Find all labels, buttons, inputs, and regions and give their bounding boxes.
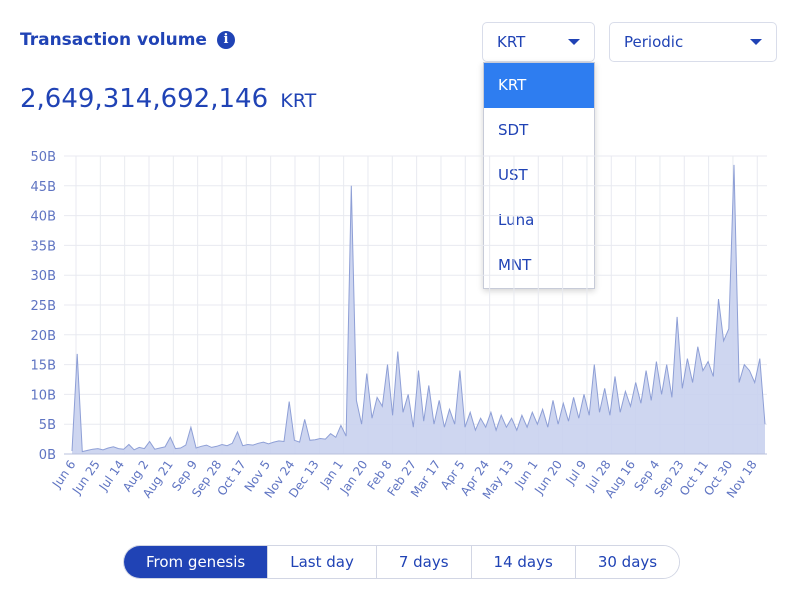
currency-select[interactable]: KRT bbox=[482, 22, 595, 62]
chevron-down-icon bbox=[568, 39, 580, 45]
transaction-volume-chart: 0B5B10B15B20B25B30B35B40B45B50BJun 6Jun … bbox=[31, 150, 767, 502]
chevron-down-icon bbox=[750, 39, 762, 45]
y-tick-label: 30B bbox=[31, 269, 56, 284]
range-from-genesis-button[interactable]: From genesis bbox=[124, 546, 269, 578]
chart-title: Transaction volume i bbox=[20, 30, 235, 50]
period-select-value: Periodic bbox=[624, 33, 684, 51]
period-select[interactable]: Periodic bbox=[609, 22, 777, 62]
info-icon[interactable]: i bbox=[216, 31, 235, 49]
range-14-days-button[interactable]: 14 days bbox=[471, 546, 576, 578]
y-tick-label: 35B bbox=[31, 239, 56, 254]
y-tick-label: 50B bbox=[31, 150, 56, 165]
range-last-day-button[interactable]: Last day bbox=[268, 546, 377, 578]
y-tick-label: 0B bbox=[39, 448, 56, 463]
total-volume: 2,649,314,692,146 KRT bbox=[20, 84, 316, 114]
total-volume-unit: KRT bbox=[280, 90, 317, 112]
series-area bbox=[72, 164, 765, 454]
range-selector: From genesis Last day 7 days 14 days 30 … bbox=[123, 545, 681, 579]
dropdown-option-krt[interactable]: KRT bbox=[484, 63, 594, 108]
y-tick-label: 40B bbox=[31, 210, 56, 225]
total-volume-value: 2,649,314,692,146 bbox=[20, 84, 269, 114]
y-tick-label: 25B bbox=[31, 299, 56, 314]
y-tick-label: 5B bbox=[39, 418, 56, 433]
range-7-days-button[interactable]: 7 days bbox=[376, 546, 472, 578]
chart-title-text: Transaction volume bbox=[20, 30, 207, 50]
y-tick-label: 15B bbox=[31, 359, 56, 374]
y-tick-label: 10B bbox=[31, 388, 56, 403]
y-tick-label: 20B bbox=[31, 329, 56, 344]
currency-select-value: KRT bbox=[497, 33, 526, 51]
y-tick-label: 45B bbox=[31, 180, 56, 195]
range-30-days-button[interactable]: 30 days bbox=[575, 546, 680, 578]
